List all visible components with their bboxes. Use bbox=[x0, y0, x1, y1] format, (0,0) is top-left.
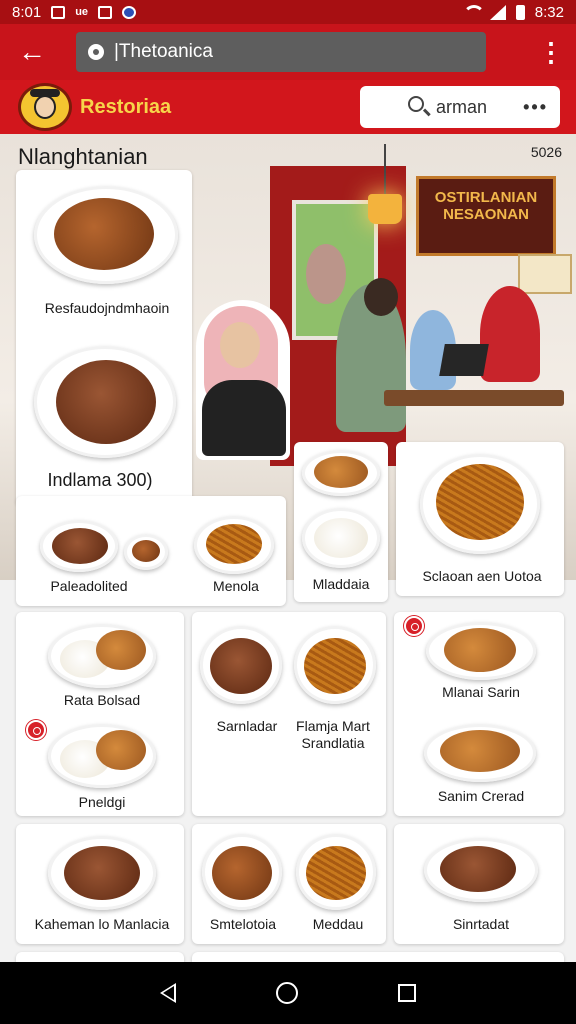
brand-name[interactable]: Restoriaa bbox=[80, 96, 171, 119]
more-dots-icon[interactable]: ••• bbox=[523, 97, 548, 118]
diner-woman-red bbox=[480, 286, 540, 382]
lamp-cord bbox=[384, 144, 386, 194]
back-arrow-icon[interactable]: ← bbox=[14, 34, 50, 70]
search-icon bbox=[408, 96, 424, 112]
nav-back-icon[interactable] bbox=[160, 983, 176, 1003]
status-time-right: 8:32 bbox=[534, 3, 564, 21]
chef-body bbox=[202, 380, 286, 456]
dish-food bbox=[440, 730, 520, 772]
mladdaia-label: Mladdaia bbox=[312, 576, 370, 592]
dish-food bbox=[436, 464, 524, 540]
browser-icon bbox=[122, 5, 137, 19]
browser-toolbar: ← |Thetoanica ⋮ bbox=[0, 24, 576, 80]
dish-food bbox=[212, 846, 272, 900]
dish-food bbox=[440, 846, 516, 892]
status-time-left: 8:01 bbox=[12, 3, 42, 21]
meddau-label: Meddau bbox=[312, 916, 364, 932]
feature-label-1: Resfaudojndmhaoin bbox=[44, 300, 170, 316]
hero-number: 5026 bbox=[530, 144, 562, 160]
sclaoan-label: Sclaoan aen Uotoa bbox=[422, 568, 542, 584]
dining-table bbox=[384, 390, 564, 406]
feature-label-3: Paleadolited bbox=[50, 578, 128, 594]
favorite-badge-icon[interactable] bbox=[26, 720, 46, 740]
overflow-menu-icon[interactable]: ⋮ bbox=[538, 39, 564, 65]
chef-face bbox=[220, 322, 260, 368]
pendant-lamp bbox=[368, 194, 402, 224]
dish-food bbox=[314, 518, 368, 558]
dish-food bbox=[132, 540, 160, 562]
mlanai-label: Mlanai Sarin bbox=[442, 684, 520, 700]
dish-food bbox=[64, 846, 140, 900]
notification-icon bbox=[98, 5, 113, 19]
dish-food bbox=[306, 846, 366, 900]
dish-food bbox=[96, 630, 146, 670]
url-text: |Thetoanica bbox=[114, 41, 213, 62]
gallery-icon bbox=[51, 5, 66, 19]
dish-food bbox=[444, 628, 516, 672]
brand-header: Restoriaa arman ••• bbox=[0, 80, 576, 134]
dish-food bbox=[52, 528, 108, 564]
feature-label-4: Menola bbox=[213, 578, 259, 594]
site-info-icon[interactable] bbox=[88, 44, 104, 60]
nav-recents-icon[interactable] bbox=[398, 984, 416, 1002]
status-bar: 8:01 ue 8:32 bbox=[0, 0, 576, 24]
favorite-badge-icon[interactable] bbox=[404, 616, 424, 636]
dish-food bbox=[206, 524, 262, 564]
dish-food bbox=[314, 456, 368, 488]
rata-label: Rata Bolsad bbox=[63, 692, 141, 708]
status-mini-label: ue bbox=[75, 6, 89, 18]
dish-food bbox=[56, 360, 156, 444]
search-text: arman bbox=[436, 96, 488, 117]
feature-label-2: Indlama 300) bbox=[47, 470, 153, 490]
smtelotoia-label: Smtelotoia bbox=[209, 916, 277, 932]
dish-food bbox=[210, 638, 272, 694]
signal-icon bbox=[489, 4, 506, 20]
laptop bbox=[439, 344, 489, 376]
search-bar[interactable]: arman ••• bbox=[360, 86, 560, 128]
dish-food bbox=[304, 638, 366, 694]
battery-icon bbox=[515, 4, 525, 20]
flamja-label: Flamja Mart Srandlatia bbox=[296, 718, 370, 751]
page-title: Nlanghtanian bbox=[18, 144, 148, 169]
wifi-icon bbox=[462, 5, 485, 19]
dish-food bbox=[54, 198, 154, 270]
dish-food bbox=[96, 730, 146, 770]
logo-hat-shape bbox=[30, 89, 60, 97]
url-bar[interactable]: |Thetoanica bbox=[76, 32, 486, 72]
menu-card-partial[interactable] bbox=[16, 952, 184, 962]
menu-board bbox=[518, 254, 572, 294]
restaurant-sign: OSTIRLANIAN NESAONAN bbox=[416, 176, 556, 256]
logo-face-shape bbox=[34, 95, 56, 119]
kaheman-label: Kaheman lo Manlacia bbox=[34, 916, 170, 932]
system-nav-bar bbox=[0, 962, 576, 1024]
menu-card-partial[interactable] bbox=[192, 952, 564, 962]
diner-man-head bbox=[364, 278, 398, 316]
nav-home-icon[interactable] bbox=[276, 982, 298, 1004]
restaurant-logo[interactable] bbox=[18, 83, 72, 131]
sarnladar-label: Sarnladar bbox=[216, 718, 278, 734]
sanim-label: Sanim Crerad bbox=[437, 788, 525, 804]
pneldgi-label: Pneldgi bbox=[78, 794, 126, 810]
sinrtadat-label: Sinrtadat bbox=[452, 916, 510, 932]
